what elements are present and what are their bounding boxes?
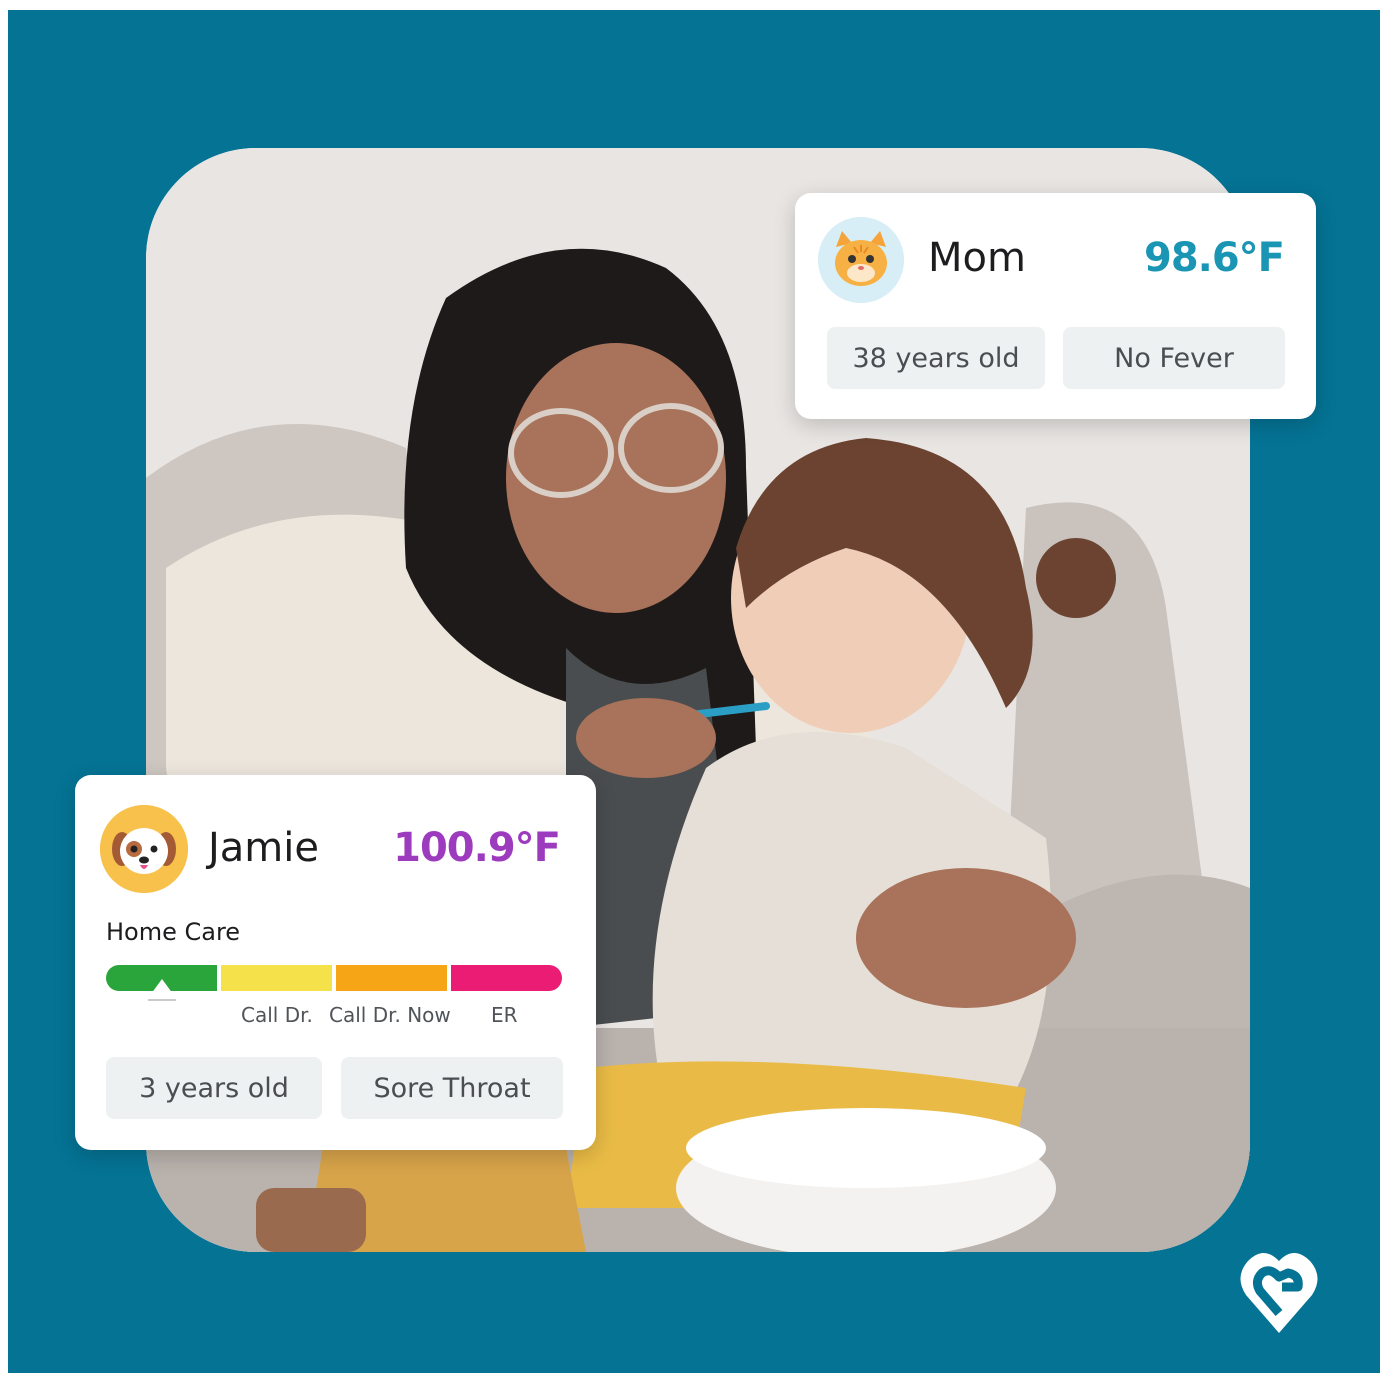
jamie-name: Jamie xyxy=(208,825,319,871)
scale-call-dr-now xyxy=(336,965,447,991)
mom-age-badge: 38 years old xyxy=(827,327,1045,389)
scale-call-dr xyxy=(221,965,332,991)
scale-label-call-dr: Call Dr. xyxy=(241,1003,313,1027)
scale-marker-line xyxy=(148,999,176,1001)
scale-marker-icon xyxy=(151,979,173,994)
mom-temperature: 98.6°F xyxy=(1143,235,1285,281)
cat-icon xyxy=(818,217,904,303)
mom-status-badge: No Fever xyxy=(1063,327,1285,389)
dog-icon xyxy=(100,805,188,893)
scale-er xyxy=(451,965,562,991)
jamie-age-badge: 3 years old xyxy=(106,1057,322,1119)
care-scale xyxy=(106,965,562,991)
scale-label-call-dr-now: Call Dr. Now xyxy=(329,1003,451,1027)
care-level-label: Home Care xyxy=(106,918,241,946)
mom-profile-card[interactable]: Mom 98.6°F 38 years old No Fever xyxy=(795,193,1316,419)
mom-name: Mom xyxy=(928,235,1026,281)
jamie-symptom-badge: Sore Throat xyxy=(341,1057,563,1119)
jamie-profile-card[interactable]: Jamie 100.9°F Home Care Call Dr. Call Dr… xyxy=(75,775,596,1150)
heart-logo-icon xyxy=(1238,1243,1320,1335)
jamie-temperature: 100.9°F xyxy=(393,825,561,871)
scale-label-er: ER xyxy=(491,1003,518,1027)
